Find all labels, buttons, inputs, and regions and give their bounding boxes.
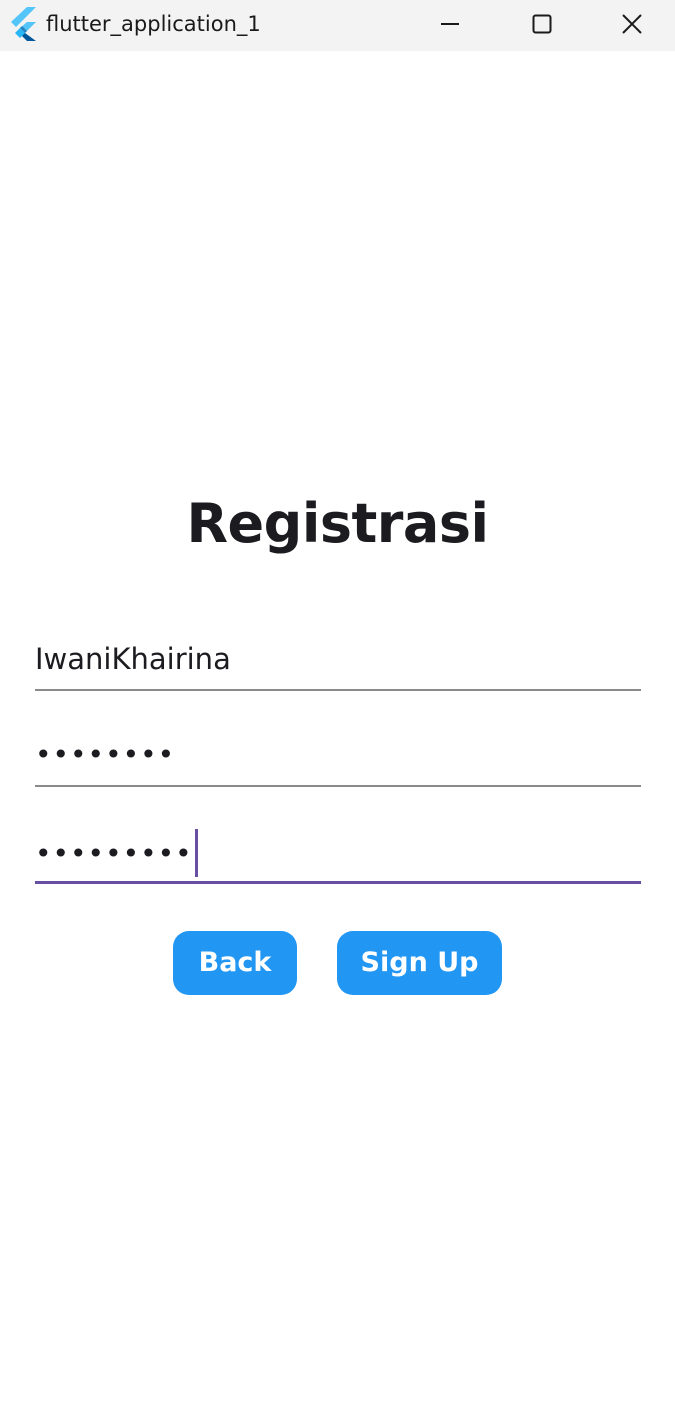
username-value: IwaniKhairina — [35, 642, 231, 676]
confirm-password-mask: ••••••••• — [35, 837, 193, 870]
confirm-password-input[interactable]: ••••••••• — [35, 823, 641, 884]
minimize-button[interactable] — [404, 0, 496, 51]
maximize-button[interactable] — [496, 0, 588, 51]
username-input[interactable]: IwaniKhairina — [35, 631, 641, 691]
back-button[interactable]: Back — [173, 931, 297, 995]
flutter-logo-icon — [11, 7, 37, 41]
maximize-icon — [532, 14, 552, 38]
text-cursor — [194, 829, 198, 877]
registration-page: Registrasi IwaniKhairina •••••••• ••••••… — [0, 51, 675, 1417]
sign-up-button[interactable]: Sign Up — [337, 931, 502, 995]
page-title: Registrasi — [186, 492, 489, 555]
confirm-password-content: ••••••••• — [35, 829, 198, 879]
window-title: flutter_application_1 — [46, 12, 261, 36]
password-input[interactable]: •••••••• — [35, 727, 641, 787]
minimize-icon — [440, 14, 460, 38]
password-mask: •••••••• — [35, 738, 176, 771]
close-icon — [621, 13, 642, 38]
title-bar[interactable]: flutter_application_1 — [0, 0, 675, 51]
close-button[interactable] — [588, 0, 675, 51]
